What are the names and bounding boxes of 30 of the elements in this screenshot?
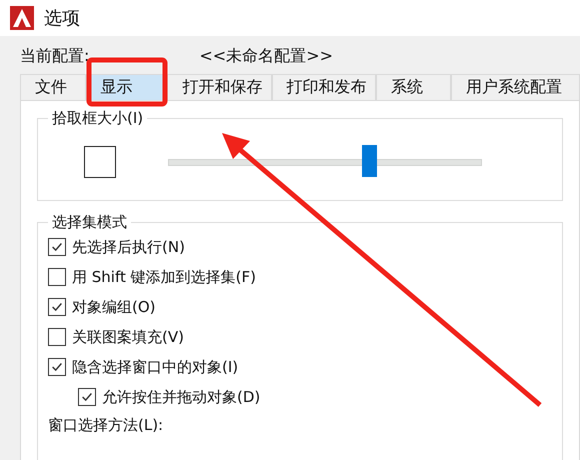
app-logo-icon <box>10 6 34 30</box>
window-method-label: 窗口选择方法(L): <box>48 416 164 435</box>
checkbox[interactable] <box>48 298 66 316</box>
profile-value: <<未命名配置>> <box>199 46 334 66</box>
checkbox-label: 允许按住并拖动对象(D) <box>102 388 260 406</box>
checkbox[interactable] <box>48 328 66 346</box>
group-title: 拾取框大小(I) <box>51 109 144 128</box>
checkbox-label: 关联图案填充(V) <box>72 328 184 346</box>
window-title: 选项 <box>44 7 80 30</box>
checkbox-label: 对象编组(O) <box>72 298 156 316</box>
checkmark-icon <box>50 300 64 314</box>
profile-label: 当前配置: <box>20 46 90 66</box>
checkmark-icon <box>50 360 64 374</box>
tab[interactable]: 用户系统配置 <box>450 74 580 100</box>
checkbox[interactable] <box>48 358 66 376</box>
checkmark-icon <box>50 240 64 254</box>
checkbox[interactable] <box>78 388 96 406</box>
tab[interactable]: 打印和发布 <box>272 74 376 100</box>
checkmark-icon <box>80 390 94 404</box>
tab[interactable]: 文件 <box>20 74 86 100</box>
checkbox-label: 用 Shift 键添加到选择集(F) <box>72 268 256 286</box>
tab[interactable]: 系统 <box>376 74 451 100</box>
checkbox[interactable] <box>48 268 66 286</box>
pickbox-preview <box>84 146 116 178</box>
checkbox[interactable] <box>48 238 66 256</box>
tab[interactable]: 打开和保存 <box>167 74 272 100</box>
group-title: 选择集模式 <box>51 213 128 232</box>
checkbox-label: 先选择后执行(N) <box>72 238 185 256</box>
checkbox-label: 隐含选择窗口中的对象(I) <box>72 358 238 376</box>
slider-thumb[interactable] <box>362 144 377 176</box>
